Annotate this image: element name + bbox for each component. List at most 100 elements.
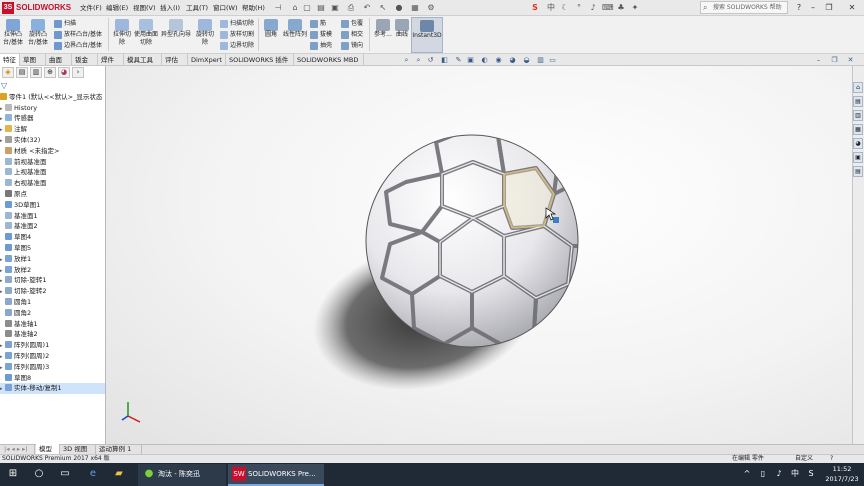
- fillet-button[interactable]: 圆角: [262, 19, 280, 39]
- select-icon[interactable]: ↖: [378, 2, 388, 13]
- tab-evaluate[interactable]: 评估: [162, 54, 188, 66]
- ime-mic-icon[interactable]: ♪: [588, 2, 598, 13]
- tree-item[interactable]: 草图5: [0, 243, 105, 254]
- loft-boss-button[interactable]: 放样凸台/基体: [54, 29, 102, 40]
- tree-item[interactable]: 基准轴2: [0, 329, 105, 340]
- tree-item[interactable]: 上视基准面: [0, 167, 105, 178]
- help-icon[interactable]: ?: [792, 1, 806, 14]
- print-icon[interactable]: ⎙: [346, 2, 356, 13]
- section-view-icon[interactable]: ◧: [440, 55, 449, 65]
- home-icon[interactable]: ⌂: [290, 2, 300, 13]
- display-style-icon[interactable]: ◐: [480, 55, 489, 65]
- tab-addins[interactable]: SOLIDWORKS 插件: [226, 54, 294, 66]
- propertymanager-tab-icon[interactable]: ▤: [16, 67, 28, 78]
- tab-motion-study[interactable]: 运动算例 1: [96, 444, 142, 454]
- tree-item[interactable]: ▸ 放样1: [0, 254, 105, 265]
- hide-show-icon[interactable]: ◉: [494, 55, 503, 65]
- dynamic-annotation-icon[interactable]: ✎: [454, 55, 463, 65]
- network-icon[interactable]: ▯: [756, 467, 770, 481]
- tab-nav-arrows[interactable]: |◂ ◂ ▸ ▸|: [1, 444, 35, 454]
- menu-insert[interactable]: 插入(I): [160, 0, 180, 16]
- shell-button[interactable]: 抽壳: [310, 40, 332, 51]
- undo-icon[interactable]: ↶: [362, 2, 372, 13]
- configurationmanager-tab-icon[interactable]: ▥: [30, 67, 42, 78]
- featuremanager-tab-icon[interactable]: ◈: [2, 67, 14, 78]
- sweep-button[interactable]: 扫描: [54, 18, 76, 29]
- view-settings-icon[interactable]: ▥: [536, 55, 545, 65]
- tab-3d-views[interactable]: 3D 视图: [60, 444, 96, 454]
- tree-root[interactable]: 零件1 (默认<<默认>_显示状态: [0, 92, 105, 103]
- tile-pane-icon[interactable]: ❐: [830, 55, 839, 65]
- tree-item[interactable]: 草图8: [0, 373, 105, 384]
- minimize-button[interactable]: –: [806, 1, 820, 14]
- ime-sogou-icon[interactable]: S: [530, 2, 540, 13]
- tree-item[interactable]: 圆角2: [0, 308, 105, 319]
- tree-item[interactable]: 圆角1: [0, 297, 105, 308]
- lofted-cut-button[interactable]: 放样切割: [220, 29, 254, 40]
- tree-item[interactable]: 草图4: [0, 232, 105, 243]
- tab-mbd[interactable]: SOLIDWORKS MBD: [294, 54, 364, 66]
- clock[interactable]: 11:52 2017/7/23: [820, 464, 864, 486]
- tray-expand-icon[interactable]: ^: [740, 467, 754, 481]
- tree-item[interactable]: ▸ 放样2: [0, 265, 105, 276]
- wrap-button[interactable]: 包覆: [341, 18, 363, 29]
- tree-item[interactable]: 右视基准面: [0, 178, 105, 189]
- dimxpert-tab-icon[interactable]: ⊕: [44, 67, 56, 78]
- save-icon[interactable]: ▣: [330, 2, 340, 13]
- file-explorer-icon[interactable]: ▥: [853, 110, 863, 121]
- cortana-icon[interactable]: ○: [32, 467, 46, 481]
- menu-tools[interactable]: 工具(T): [186, 0, 208, 16]
- search-input[interactable]: ⌕ 搜索 SOLIDWORKS 帮助: [700, 1, 788, 14]
- draft-button[interactable]: 拔模: [310, 29, 332, 40]
- surface-cut-button[interactable]: 使用曲面切除: [134, 19, 158, 47]
- menu-view[interactable]: 视图(V): [133, 0, 156, 16]
- rib-button[interactable]: 筋: [310, 18, 326, 29]
- status-custom[interactable]: 自定义: [795, 454, 813, 463]
- tab-features[interactable]: 特征: [0, 54, 20, 66]
- ime-skin-icon[interactable]: ♣: [616, 2, 626, 13]
- tree-item[interactable]: 基准面1: [0, 211, 105, 222]
- tree-item[interactable]: ▸ 实体-移动/复制1: [0, 383, 105, 394]
- tree-item[interactable]: ▸ 传感器: [0, 113, 105, 124]
- tree-item[interactable]: ▸ 实体(32): [0, 135, 105, 146]
- edge-icon[interactable]: e: [86, 467, 100, 481]
- revolve-cut-button[interactable]: 旋转切除: [194, 19, 216, 47]
- zoom-to-fit-icon[interactable]: ⌕: [402, 55, 411, 65]
- start-icon[interactable]: ⊞: [6, 467, 20, 481]
- revolve-boss-button[interactable]: 旋转凸台/基体: [26, 19, 50, 47]
- design-library-icon[interactable]: ▤: [853, 96, 863, 107]
- tree-item[interactable]: 前视基准面: [0, 157, 105, 168]
- tree-item[interactable]: ▸ History: [0, 103, 105, 114]
- ime-keyboard-icon[interactable]: ⌨: [602, 2, 614, 13]
- extrude-boss-button[interactable]: 拉伸凸台/基体: [2, 19, 24, 47]
- extrude-cut-button[interactable]: 拉伸切除: [111, 19, 133, 47]
- ime-mode-icon[interactable]: 中: [546, 2, 556, 13]
- ime-tools-icon[interactable]: ✦: [630, 2, 640, 13]
- status-help-icon[interactable]: ?: [830, 454, 833, 463]
- menu-help[interactable]: 帮助(H): [242, 0, 265, 16]
- displaymanager-tab-icon[interactable]: ◕: [58, 67, 70, 78]
- tree-item[interactable]: ▸ 切除-旋转2: [0, 286, 105, 297]
- curves-button[interactable]: 曲线: [394, 19, 410, 39]
- tree-item[interactable]: 3D草图1: [0, 200, 105, 211]
- new-doc-icon[interactable]: ▢: [302, 2, 312, 13]
- resources-icon[interactable]: ⌂: [853, 82, 863, 93]
- tab-surfaces[interactable]: 曲面: [46, 54, 72, 66]
- custom-properties-icon[interactable]: ▣: [853, 152, 863, 163]
- tree-item[interactable]: 材质 <未指定>: [0, 146, 105, 157]
- previous-view-icon[interactable]: ↺: [426, 55, 435, 65]
- tree-item[interactable]: ▸ 注解: [0, 124, 105, 135]
- linear-pattern-button[interactable]: 线性阵列: [282, 19, 308, 39]
- menu-edit[interactable]: 编辑(E): [106, 0, 128, 16]
- tree-item[interactable]: ▸ 阵列(圆周)1: [0, 340, 105, 351]
- ime-taskbar-icon[interactable]: 中: [788, 467, 802, 481]
- ime-moon-icon[interactable]: ☾: [560, 2, 570, 13]
- view-palette-icon[interactable]: ▦: [853, 124, 863, 135]
- forum-icon[interactable]: ▤: [853, 166, 863, 177]
- close-pane-icon[interactable]: ✕: [846, 55, 855, 65]
- hole-wizard-button[interactable]: 异型孔向导: [160, 19, 192, 39]
- tab-dimxpert[interactable]: DimXpert: [188, 54, 226, 66]
- tab-weldments[interactable]: 焊件: [98, 54, 124, 66]
- rebuild-icon[interactable]: ●: [394, 2, 404, 13]
- reference-geometry-button[interactable]: 参考...: [372, 19, 394, 39]
